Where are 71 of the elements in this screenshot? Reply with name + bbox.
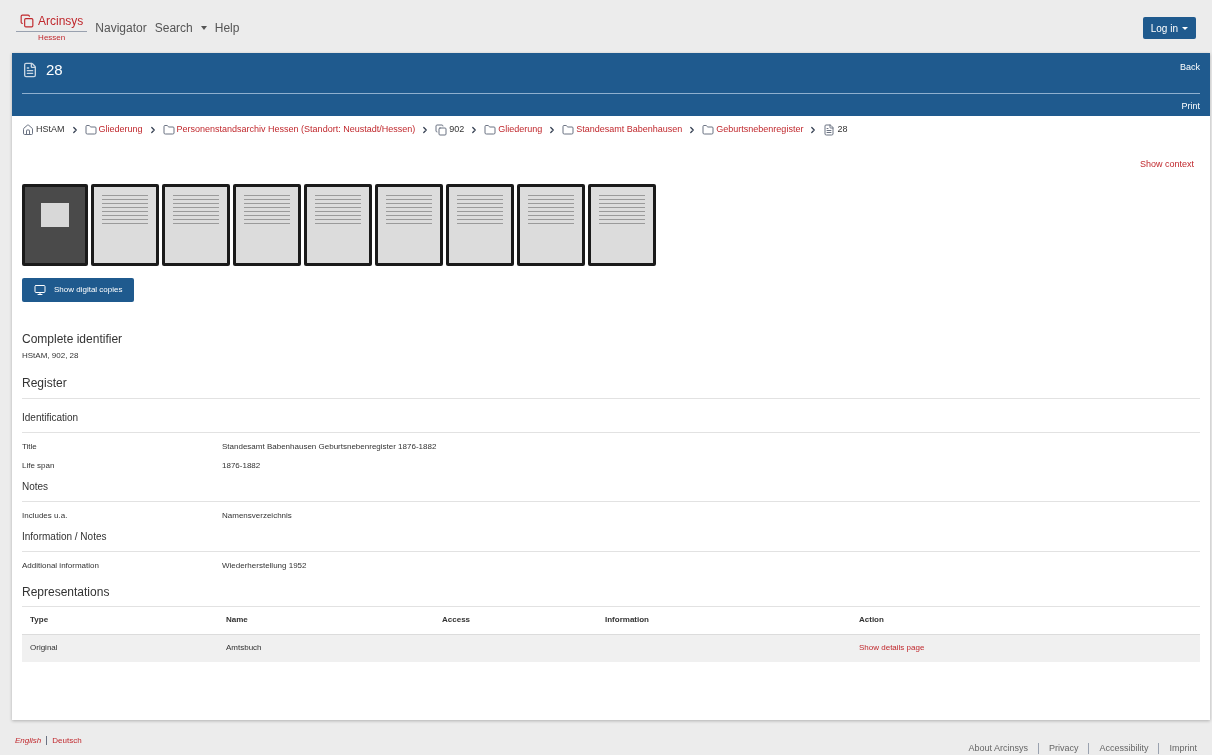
folder-icon bbox=[562, 123, 575, 136]
field-label: Additional information bbox=[22, 559, 100, 572]
page-photo-placeholder[interactable] bbox=[165, 186, 227, 263]
page-title: 28 bbox=[46, 59, 63, 80]
volume-icon bbox=[435, 123, 448, 136]
logo-region: Hessen bbox=[38, 32, 66, 45]
print-link[interactable]: Print bbox=[1181, 99, 1200, 114]
field-label: Title bbox=[22, 440, 38, 453]
page-photo-placeholder[interactable] bbox=[94, 186, 156, 263]
column-header: Name bbox=[226, 614, 249, 627]
field-label: Life span bbox=[22, 459, 56, 472]
breadcrumb-link[interactable]: Gliederung bbox=[498, 123, 543, 137]
footer-link[interactable]: About Arcinsys bbox=[968, 741, 1028, 755]
breadcrumb-item: HStAM bbox=[36, 123, 65, 137]
column-header: Information bbox=[605, 614, 650, 627]
page-photo-placeholder[interactable] bbox=[378, 186, 440, 263]
section-heading: Representations bbox=[22, 582, 1200, 607]
field-value: Standesamt Babenhausen Geburtsnebenregister 1876-1882 bbox=[222, 440, 437, 453]
back-link[interactable]: Back bbox=[1180, 60, 1200, 75]
breadcrumb-link[interactable]: Personenstandsarchiv Hessen (Standort: Neustadt/Hessen) bbox=[176, 123, 416, 137]
nav-link[interactable]: Help bbox=[214, 19, 240, 38]
page-photo-placeholder[interactable] bbox=[449, 186, 511, 263]
page-photo-placeholder[interactable] bbox=[591, 186, 653, 263]
footer-link[interactable]: Privacy bbox=[1048, 741, 1079, 755]
field-label: Includes u.a. bbox=[22, 509, 69, 522]
breadcrumb-link[interactable]: Standesamt Babenhausen bbox=[576, 123, 683, 137]
page-photo-placeholder[interactable] bbox=[520, 186, 582, 263]
column-header: Action bbox=[859, 614, 884, 627]
breadcrumb-link[interactable]: Gliederung bbox=[98, 123, 143, 137]
nav-link[interactable]: Navigator bbox=[95, 19, 147, 38]
group-heading: Information / Notes bbox=[22, 524, 1200, 552]
identifier-value: HStAM, 902, 28 bbox=[22, 349, 80, 362]
caret-icon bbox=[1182, 27, 1188, 30]
column-header: Type bbox=[30, 614, 50, 627]
folder-icon bbox=[484, 123, 497, 136]
nav-link[interactable]: Search bbox=[154, 19, 207, 38]
field-value: Wiederherstellung 1952 bbox=[222, 559, 307, 572]
caret-icon bbox=[200, 26, 207, 31]
language-link[interactable]: English bbox=[15, 734, 42, 747]
breadcrumb-item: 902 bbox=[449, 123, 465, 137]
footer-link[interactable]: Accessibility bbox=[1099, 741, 1149, 755]
column-header: Access bbox=[442, 614, 472, 627]
folder-icon bbox=[84, 123, 97, 136]
logo-icon bbox=[20, 14, 34, 29]
field-value: 1876-1882 bbox=[222, 459, 261, 472]
home-icon bbox=[22, 123, 34, 136]
group-heading: Notes bbox=[22, 474, 1200, 502]
breadcrumb-link[interactable]: Geburtsnebenregister bbox=[716, 123, 804, 137]
section-heading: Complete identifier bbox=[22, 330, 124, 348]
table-row[interactable]: Original Amtsbuch Show details page bbox=[22, 634, 1200, 662]
group-heading: Identification bbox=[22, 398, 1200, 433]
field-value: Namensverzeichnis bbox=[222, 509, 292, 522]
page-photo-placeholder[interactable] bbox=[307, 186, 369, 263]
logo[interactable]: Arcinsys bbox=[16, 12, 88, 33]
breadcrumb-item: 28 bbox=[837, 123, 848, 137]
section-heading: Register bbox=[22, 373, 1200, 399]
table-cell-text: Amtsbuch bbox=[226, 642, 263, 655]
page-photo-placeholder[interactable] bbox=[236, 186, 298, 263]
show-details-link[interactable]: Show details page bbox=[859, 642, 925, 655]
footer-link[interactable]: Imprint bbox=[1169, 741, 1197, 755]
cover-photo-placeholder[interactable] bbox=[25, 186, 85, 263]
monitor-icon bbox=[34, 283, 46, 296]
document-icon bbox=[22, 62, 38, 79]
show-context-link[interactable]: Show context bbox=[1139, 158, 1194, 172]
folder-icon bbox=[702, 123, 715, 136]
folder-icon bbox=[162, 123, 175, 136]
document-icon bbox=[823, 123, 836, 136]
login-button[interactable]: Log in bbox=[1142, 17, 1196, 40]
table-cell-text: Original bbox=[30, 642, 59, 655]
language-link[interactable]: Deutsch bbox=[52, 734, 82, 747]
show-digital-copies-button[interactable]: Show digital copies bbox=[22, 277, 135, 302]
